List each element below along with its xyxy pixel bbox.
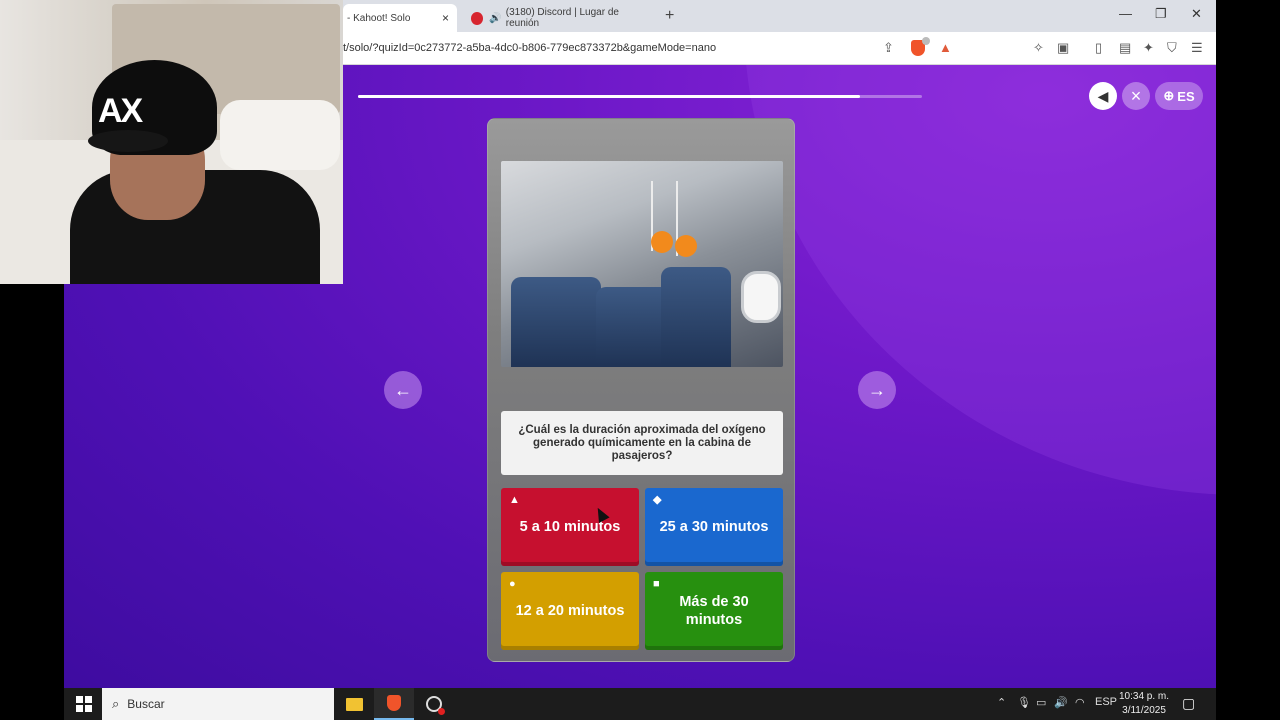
obs-icon (426, 696, 445, 715)
leo-icon[interactable]: ✦ (1143, 40, 1154, 56)
close-game-button[interactable]: × (1122, 82, 1150, 110)
new-tab-button[interactable]: + (665, 7, 674, 25)
search-icon: ⌕ (112, 696, 120, 711)
arrow-left-icon: ← (394, 379, 412, 400)
share-icon[interactable]: ⇪ (883, 40, 894, 56)
language-indicator[interactable]: ESP (1095, 696, 1117, 708)
answer-button-square[interactable]: ■ Más de 30 minutos (645, 572, 783, 650)
answer-label: Más de 30 minutos (679, 594, 749, 628)
close-icon: × (1130, 85, 1142, 106)
close-window-button[interactable]: ✕ (1191, 6, 1202, 22)
question-text: ¿Cuál es la duración aproximada del oxíg… (501, 411, 783, 475)
badge (922, 37, 930, 45)
wifi-icon[interactable]: ◠ (1075, 696, 1085, 709)
triangle-icon: ▲ (509, 494, 520, 506)
close-tab-icon[interactable]: × (442, 11, 449, 25)
speaker-icon: ◀ (1097, 87, 1109, 104)
answer-label: 25 a 30 minutos (659, 519, 769, 535)
minimize-button[interactable]: — (1119, 6, 1132, 21)
screen: - Kahoot! Solo × 🔊 (3180) Discord | Luga… (0, 0, 1280, 720)
arrow-right-icon: → (868, 379, 886, 400)
folder-icon (345, 697, 363, 711)
previous-arrow-button[interactable]: ← (384, 371, 422, 409)
square-icon: ■ (653, 578, 660, 590)
brave-rewards-icon[interactable]: ▲ (939, 40, 952, 55)
menu-icon[interactable]: ☰ (1191, 40, 1203, 56)
language-button[interactable]: ⊕ ES (1155, 82, 1203, 110)
date: 3/11/2025 (1122, 705, 1166, 716)
answer-button-circle[interactable]: ● 12 a 20 minutos (501, 572, 639, 650)
next-arrow-button[interactable]: → (858, 371, 896, 409)
language-label: ES (1177, 88, 1195, 104)
sidebar-icon[interactable]: ▯ (1095, 40, 1102, 56)
oxygen-mask (675, 235, 697, 257)
progress-fill (358, 95, 860, 98)
globe-icon: ⊕ (1163, 88, 1175, 103)
tab-label: - Kahoot! Solo (347, 12, 411, 24)
brave-icon (387, 695, 401, 711)
answer-label: 5 a 10 minutos (519, 519, 621, 535)
cap-brim (88, 130, 168, 152)
answer-button-diamond[interactable]: ◆ 25 a 30 minutos (645, 488, 783, 566)
microphone-icon[interactable]: 🎙 (1017, 696, 1031, 709)
brave-shields-icon[interactable] (911, 37, 930, 56)
webcam-overlay: AX (0, 0, 343, 284)
tab-label: (3180) Discord | Lugar de reunión (505, 7, 619, 29)
diamond-icon: ◆ (653, 494, 662, 506)
windows-start-button[interactable] (76, 696, 92, 712)
wallet-icon[interactable]: ▤ (1119, 40, 1131, 56)
brave-taskbar-button[interactable] (374, 688, 414, 720)
pillow (220, 100, 340, 170)
taskbar-search[interactable]: ⌕ Buscar (102, 688, 334, 720)
chevron-up-icon[interactable]: ⌃ (997, 696, 1006, 709)
address-bar: t/solo/?quizId=0c273772-a5ba-4dc0-b806-7… (343, 32, 1216, 65)
time: 10:34 p. m. (1119, 691, 1170, 702)
speaker-icon: 🔊 (489, 12, 502, 24)
answer-button-triangle[interactable]: ▲ 5 a 10 minutos (501, 488, 639, 566)
extensions-icon[interactable]: ✧ (1033, 40, 1044, 56)
clock[interactable]: 10:34 p. m. 3/11/2025 (1119, 690, 1169, 718)
answer-label: 12 a 20 minutos (515, 603, 625, 619)
question-card: ¿Cuál es la duración aproximada del oxíg… (487, 118, 795, 662)
airplane-window (741, 271, 781, 323)
search-placeholder: Buscar (127, 697, 165, 711)
discord-icon (471, 11, 484, 25)
cap-logo: AX (98, 92, 143, 130)
seat (511, 277, 601, 367)
oxygen-mask (651, 231, 673, 253)
background-arc (744, 65, 1216, 495)
vpn-icon[interactable]: ⛉ (1167, 40, 1177, 56)
restore-button[interactable]: ❐ (1155, 6, 1167, 22)
tab-discord[interactable]: 🔊 (3180) Discord | Lugar de reunión (467, 4, 647, 32)
browser-tab-bar: - Kahoot! Solo × 🔊 (3180) Discord | Luga… (343, 0, 1216, 32)
seat (661, 267, 731, 367)
network-icon[interactable]: ▭ (1036, 696, 1046, 709)
notification-icon[interactable]: ▢ (1182, 695, 1195, 712)
url-field[interactable]: t/solo/?quizId=0c273772-a5ba-4dc0-b806-7… (343, 42, 716, 54)
taskbar: ⌕ Buscar ⌃ 🎙 ▭ 🔊 ◠ ESP 10:34 p. m. 3/11/… (64, 688, 1216, 720)
progress-bar (358, 95, 922, 98)
tab-kahoot[interactable]: - Kahoot! Solo × (343, 4, 457, 32)
circle-icon: ● (509, 578, 516, 590)
sound-button[interactable]: ◀ (1089, 82, 1117, 110)
volume-icon[interactable]: 🔊 (1054, 696, 1068, 709)
obs-taskbar-button[interactable] (414, 688, 454, 720)
reading-icon[interactable]: ▣ (1057, 40, 1069, 56)
file-explorer-button[interactable] (334, 688, 374, 720)
question-image (501, 161, 783, 367)
